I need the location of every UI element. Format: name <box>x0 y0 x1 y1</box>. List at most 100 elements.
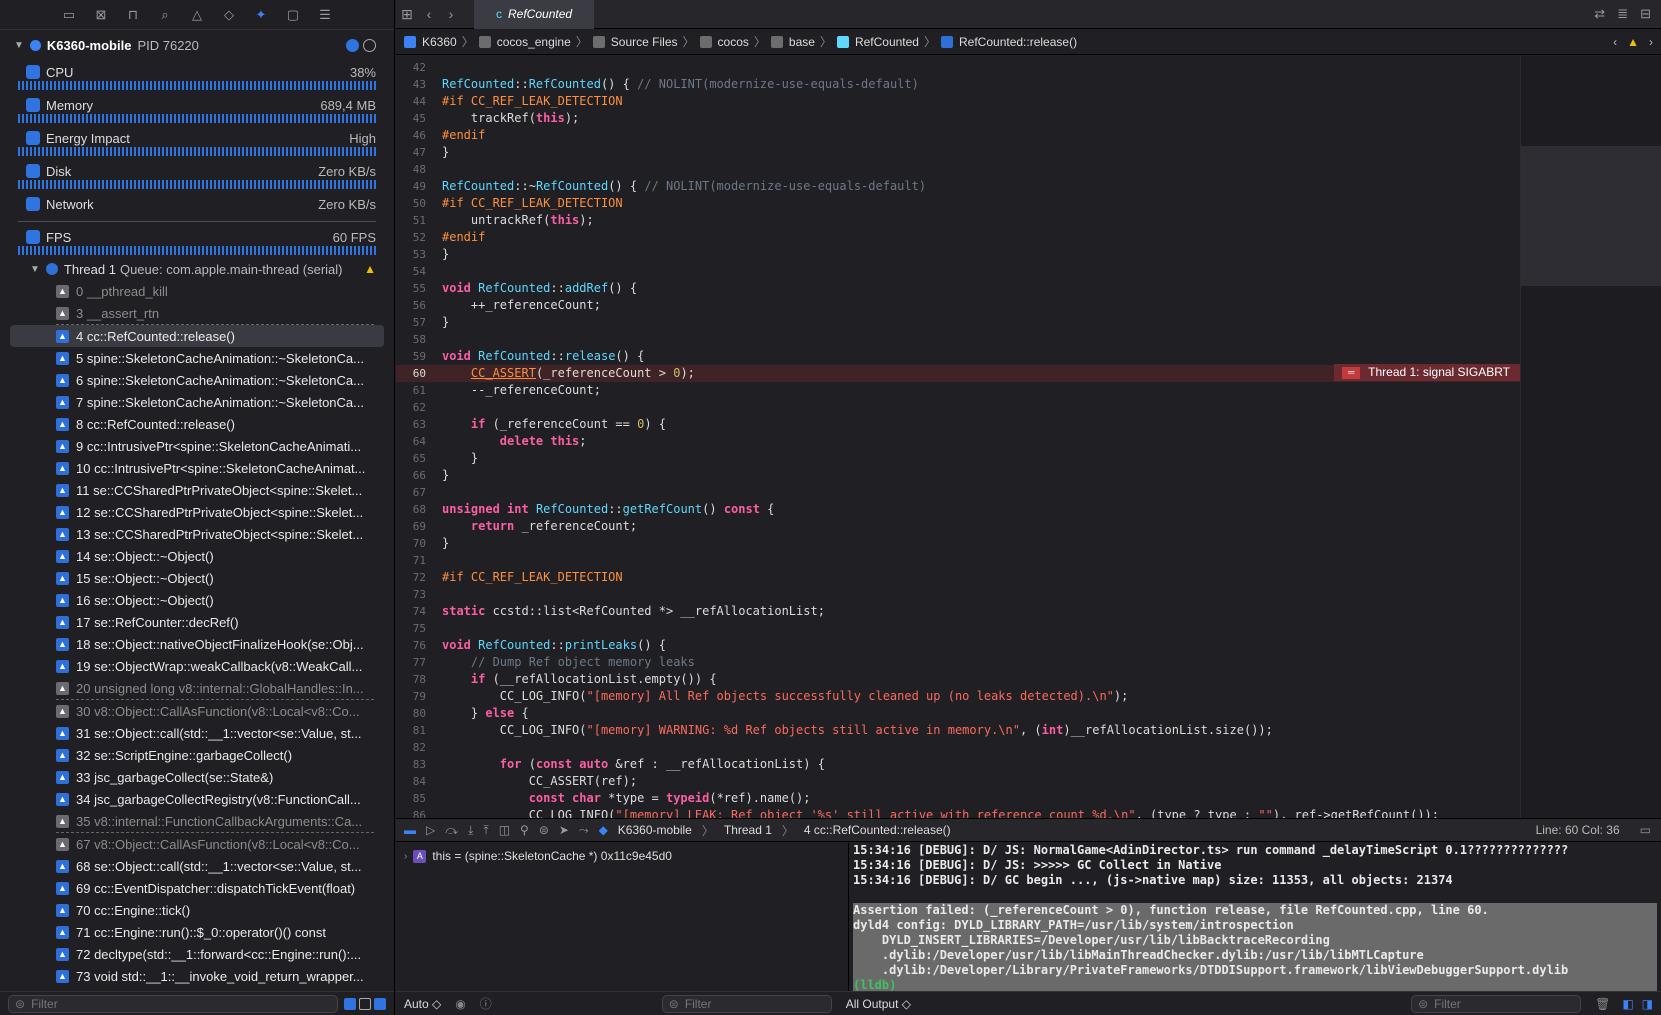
debug-spray-icon[interactable]: ✦ <box>253 7 269 23</box>
code-line[interactable]: 77 // Dump Ref object memory leaks <box>396 654 1520 671</box>
stack-frame[interactable]: ▲ 16 se::Object::~Object() <box>0 589 394 611</box>
jump-icon[interactable]: ⤳ <box>579 823 589 838</box>
left-panel-icon[interactable]: ◧ <box>1622 997 1633 1011</box>
code-line[interactable]: 60 CC_ASSERT(_referenceCount > 0); ═ Threa… <box>396 364 1520 382</box>
stack-frame[interactable]: ▲ 32 se::ScriptEngine::garbageCollect() <box>0 744 394 766</box>
code-line[interactable]: 69 return _referenceCount; <box>396 518 1520 535</box>
code-line[interactable]: 57} <box>396 314 1520 331</box>
editor-options-icon[interactable]: ≣ <box>1617 6 1628 22</box>
warning-icon[interactable]: ▲ <box>1627 35 1639 49</box>
search-icon[interactable]: ⌕ <box>157 7 173 23</box>
console-output[interactable]: 15:34:16 [DEBUG]: D/ JS: NormalGame<Adin… <box>848 843 1661 992</box>
stack-frame[interactable]: ▲ 8 cc::RefCounted::release() <box>0 413 394 435</box>
code-line[interactable]: 54 <box>396 263 1520 280</box>
continue-icon[interactable]: ▷ <box>426 823 435 837</box>
stack-frame[interactable]: ▲ 34 jsc_garbageCollectRegistry(v8::Funct… <box>0 788 394 810</box>
prev-issue-icon[interactable]: ‹ <box>1613 35 1617 49</box>
variable-row[interactable]: › A this = (spine::SkeletonCache *) 0x11… <box>404 849 840 863</box>
chevron-right-icon[interactable]: › <box>404 851 407 862</box>
stack-frame[interactable]: ▲ 30 v8::Object::CallAsFunction(v8::Local… <box>0 700 394 722</box>
gauge-cpu[interactable]: CPU 38% <box>0 60 394 93</box>
chevron-down-icon[interactable]: ▼ <box>30 264 40 275</box>
stack-frame[interactable]: ▲ 35 v8::internal::FunctionCallbackArgume… <box>0 810 394 832</box>
step-out-icon[interactable]: ⤒ <box>483 823 488 838</box>
stack-frame[interactable]: ▲ 70 cc::Engine::tick() <box>0 899 394 921</box>
filter-option-icon[interactable] <box>359 997 371 1010</box>
panel-toggle-icon[interactable]: ▭ <box>1640 823 1651 837</box>
info-icon[interactable]: ⓘ <box>480 995 492 1012</box>
code-line[interactable]: 45 trackRef(this); <box>396 110 1520 127</box>
stack-frame[interactable]: ▲ 11 se::CCSharedPtrPrivateObject<spine::… <box>0 479 394 501</box>
hierarchy-icon[interactable]: ⊓ <box>125 7 141 23</box>
variables-filter-input[interactable]: ⊜ Filter <box>661 994 832 1013</box>
split-editor-icon[interactable]: ⊟ <box>1640 6 1651 22</box>
trash-icon[interactable]: 🗑 <box>1595 997 1610 1011</box>
environment-icon[interactable]: ⊜ <box>539 823 549 837</box>
code-line[interactable]: 66} <box>396 467 1520 484</box>
code-line[interactable]: 67 <box>396 484 1520 501</box>
stack-frame[interactable]: ▲ 4 cc::RefCounted::release() <box>10 325 384 347</box>
thread-row[interactable]: ▼ Thread 1 Queue: com.apple.main-thread … <box>0 258 394 280</box>
filter-option-icon[interactable] <box>374 997 386 1010</box>
output-scope-select[interactable]: All Output ◇ <box>846 997 911 1011</box>
stack-frame[interactable]: ▲ 67 v8::Object::CallAsFunction(v8::Local… <box>0 833 394 855</box>
source-control-icon[interactable]: ⊠ <box>93 7 109 23</box>
stack-frame[interactable]: ▲ 73 void std::__1::__invoke_void_return_… <box>0 965 394 987</box>
code-line[interactable]: 79 CC_LOG_INFO("[memory] All Ref objects… <box>396 688 1520 705</box>
stack-frame[interactable]: ▲ 5 spine::SkeletonCacheAnimation::~Skele… <box>0 347 394 369</box>
stack-frame[interactable]: ▲ 0 __pthread_kill <box>0 280 394 302</box>
filter-input[interactable]: ⊜ Filter <box>8 994 338 1013</box>
code-line[interactable]: 62 <box>396 399 1520 416</box>
memory-graph-icon[interactable]: ⚲ <box>520 823 529 837</box>
stack-frame[interactable]: ▲ 20 unsigned long v8::internal::GlobalHa… <box>0 677 394 699</box>
console-prompt-line[interactable]: (lldb) <box>853 978 1657 992</box>
location-icon[interactable]: ➤ <box>559 823 569 837</box>
stack-frame[interactable]: ▲ 3 __assert_rtn <box>0 302 394 324</box>
code-line[interactable]: 83 for (const auto &ref : __refAllocatio… <box>396 756 1520 773</box>
stack-frame[interactable]: ▲ 31 se::Object::call(std::__1::vector<se… <box>0 722 394 744</box>
code-line[interactable]: 51 untrackRef(this); <box>396 212 1520 229</box>
next-issue-icon[interactable]: › <box>1649 35 1653 49</box>
step-over-icon[interactable]: ⤼ <box>445 823 458 838</box>
step-into-icon[interactable]: ⤓ <box>468 823 473 838</box>
stack-frame[interactable]: ▲ 19 se::ObjectWrap::weakCallback(v8::Wea… <box>0 655 394 677</box>
code-line[interactable]: 61 --_referenceCount; <box>396 382 1520 399</box>
stack-frame[interactable]: ▲ 7 spine::SkeletonCacheAnimation::~Skele… <box>0 391 394 413</box>
code-line[interactable]: 74 static ccstd::list<RefCounted *> __ref… <box>396 603 1520 620</box>
console-filter-input[interactable]: ⊜ Filter <box>1411 994 1582 1013</box>
stack-frame[interactable]: ▲ 14 se::Object::~Object() <box>0 545 394 567</box>
code-line[interactable]: 82 <box>396 739 1520 756</box>
stack-frame[interactable]: ▲ 9 cc::IntrusivePtr<spine::SkeletonCache… <box>0 435 394 457</box>
filter-option-icon[interactable] <box>344 997 356 1010</box>
code-line[interactable]: 71 <box>396 552 1520 569</box>
code-line[interactable]: 76 void RefCounted::printLeaks() { <box>396 637 1520 654</box>
code-line[interactable]: 84 CC_ASSERT(ref); <box>396 773 1520 790</box>
breadcrumb-item[interactable]: Source Files <box>611 35 678 49</box>
stack-frame[interactable]: ▲ 68 se::Object::call(std::__1::vector<se… <box>0 855 394 877</box>
code-editor[interactable]: 42 43 RefCounted::RefCounted() { // NOLINT… <box>396 56 1520 818</box>
code-line[interactable]: 64 delete this; <box>396 433 1520 450</box>
error-annotation[interactable]: ═ Thread 1: signal SIGABRT <box>1334 364 1520 381</box>
minimap[interactable] <box>1520 56 1661 818</box>
chevron-down-icon[interactable]: ▼ <box>14 40 24 51</box>
code-line[interactable]: 50 #if CC_REF_LEAK_DETECTION <box>396 195 1520 212</box>
breadcrumb-item[interactable]: K6360 <box>422 35 457 49</box>
stop-status-icon[interactable] <box>363 38 376 52</box>
debug-frame[interactable]: 4 cc::RefCounted::release() <box>804 823 951 837</box>
code-line[interactable]: 55 void RefCounted::addRef() { <box>396 280 1520 297</box>
stack-frame[interactable]: ▲ 18 se::Object::nativeObjectFinalizeHook… <box>0 633 394 655</box>
grid-icon[interactable]: ⊞ <box>396 6 418 23</box>
code-line[interactable]: 47} <box>396 144 1520 161</box>
code-line[interactable]: 65 } <box>396 450 1520 467</box>
gauge-network[interactable]: Network Zero KB/s <box>0 192 394 225</box>
stack-frame[interactable]: ▲ 15 se::Object::~Object() <box>0 567 394 589</box>
report-icon[interactable]: ☰ <box>317 7 333 23</box>
stack-frame[interactable]: ▲ 71 cc::Engine::run()::$_0::operator()()… <box>0 921 394 943</box>
stack-frame[interactable]: ▲ 33 jsc_garbageCollect(se::State&) <box>0 766 394 788</box>
view-debugger-icon[interactable]: ◫ <box>499 823 510 837</box>
eye-icon[interactable]: ◉ <box>455 997 465 1011</box>
stack-frame[interactable]: ▲ 17 se::RefCounter::decRef() <box>0 611 394 633</box>
code-line[interactable]: 86 CC_LOG_INFO("[memory] LEAK: Ref objec… <box>396 807 1520 818</box>
breakpoints-toggle-icon[interactable]: ▬ <box>404 823 416 837</box>
warning-icon[interactable]: △ <box>189 7 205 23</box>
